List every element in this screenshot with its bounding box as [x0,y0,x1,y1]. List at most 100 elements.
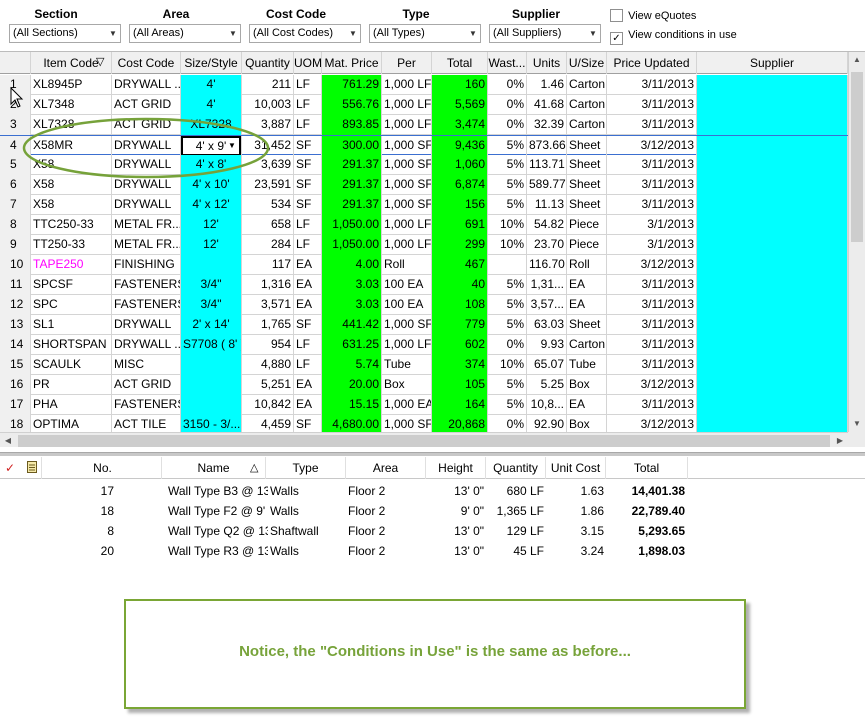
cell-updated[interactable]: 3/11/2013 [607,315,697,335]
cell-uom[interactable]: SF [294,136,322,156]
cell-qty[interactable]: 658 [242,215,294,235]
cell-qty[interactable]: 23,591 [242,175,294,195]
condition-row[interactable]: 18 Wall Type F2 @ 9' Walls Floor 2 9' 0" 1,36… [0,501,865,521]
table-row[interactable]: 3 XL7328 ACT GRID XL7328 3,887 LF 893.85 1,000 … [0,115,848,135]
cell-size[interactable]: 4' [181,95,242,115]
column-header-per[interactable]: Per [382,52,432,74]
conditions-column-area[interactable]: Area [346,457,426,479]
cell-item[interactable]: PR [31,375,112,395]
table-row[interactable]: 7 X58 DRYWALL 4' x 12' 534 SF 291.37 1,000 SF 15… [0,195,848,215]
cell-usize[interactable]: Tube [567,355,607,375]
cell-supplier[interactable] [697,115,848,135]
cell-qty[interactable]: 954 [242,335,294,355]
cell-units[interactable]: 116.70 [527,255,567,275]
cell-size[interactable]: 3/4" [181,275,242,295]
cell-total[interactable]: 299 [432,235,488,255]
cell-units[interactable]: 41.68 [527,95,567,115]
conditions-column-unit_cost[interactable]: Unit Cost [546,457,606,479]
cell-usize[interactable]: Carton [567,95,607,115]
cell-supplier[interactable] [697,95,848,115]
cell-item[interactable]: TT250-33 [31,235,112,255]
cell-price[interactable]: 1,050.00 [322,215,382,235]
cell-per[interactable]: 1,000 SF [382,175,432,195]
cell-total[interactable]: 160 [432,75,488,95]
cell-total[interactable]: 5,569 [432,95,488,115]
cell-waste[interactable]: 10% [488,235,527,255]
cell-updated[interactable]: 3/11/2013 [607,75,697,95]
scroll-down-icon[interactable]: ▼ [849,416,865,432]
cell-item[interactable]: TTC250-33 [31,215,112,235]
cell-per[interactable]: 1,000 EA [382,395,432,415]
cell-uom[interactable]: LF [294,115,322,135]
cell-per[interactable]: 1,000 SF [382,155,432,175]
cell-total[interactable]: 3,474 [432,115,488,135]
cell-supplier[interactable] [697,395,848,415]
cell-updated[interactable]: 3/11/2013 [607,335,697,355]
cell-price[interactable]: 556.76 [322,95,382,115]
table-row[interactable]: 15 SCAULK MISC 4,880 LF 5.74 Tube 374 10% 65.07 Tu… [0,355,848,375]
cell-size[interactable]: 4' x 8' [181,155,242,175]
cell-uom[interactable]: EA [294,395,322,415]
column-header-uom[interactable]: UOM [294,52,322,74]
cell-uom[interactable]: LF [294,335,322,355]
cell-size[interactable]: 3/4" [181,295,242,315]
cell-supplier[interactable] [697,295,848,315]
cell-per[interactable]: Roll [382,255,432,275]
cell-usize[interactable]: Box [567,375,607,395]
cell-updated[interactable]: 3/12/2013 [607,255,697,275]
cell-waste[interactable]: 5% [488,175,527,195]
cell-waste[interactable]: 5% [488,315,527,335]
cell-units[interactable]: 1.46 [527,75,567,95]
cell-usize[interactable]: Piece [567,235,607,255]
cell-total[interactable]: 9,436 [432,136,488,156]
cell-price[interactable]: 4.00 [322,255,382,275]
panel-splitter[interactable] [0,452,865,456]
cell-units[interactable]: 23.70 [527,235,567,255]
area-select[interactable]: (All Areas) ▼ [129,24,241,43]
cell-waste[interactable] [488,255,527,275]
cell-supplier[interactable] [697,315,848,335]
cell-updated[interactable]: 3/11/2013 [607,155,697,175]
cell-price[interactable]: 291.37 [322,155,382,175]
cell-waste[interactable]: 10% [488,215,527,235]
cell-total[interactable]: 105 [432,375,488,395]
cell-qty[interactable]: 534 [242,195,294,215]
cell-item[interactable]: PHA [31,395,112,415]
cell-total[interactable]: 602 [432,335,488,355]
cell-per[interactable]: 100 EA [382,295,432,315]
cell-price[interactable]: 631.25 [322,335,382,355]
conditions-column-qty[interactable]: Quantity [486,457,546,479]
cell-usize[interactable]: Roll [567,255,607,275]
cell-waste[interactable]: 5% [488,395,527,415]
cell-supplier[interactable] [697,375,848,395]
cell-waste[interactable]: 5% [488,275,527,295]
section-select[interactable]: (All Sections) ▼ [9,24,121,43]
cost-code-select[interactable]: (All Cost Codes) ▼ [249,24,361,43]
cell-qty[interactable]: 4,880 [242,355,294,375]
cell-uom[interactable]: EA [294,275,322,295]
cell-cost[interactable]: DRYWALL [112,175,181,195]
cell-qty[interactable]: 10,003 [242,95,294,115]
cell-supplier[interactable] [697,275,848,295]
cell-supplier[interactable] [697,355,848,375]
cell-size[interactable]: XL7328 [181,115,242,135]
cell-cost[interactable]: ACT GRID [112,95,181,115]
cell-qty[interactable]: 3,887 [242,115,294,135]
cell-total[interactable]: 467 [432,255,488,275]
cell-item[interactable]: SHORTSPAN [31,335,112,355]
cell-size[interactable]: 4' x 10' [181,175,242,195]
cell-price[interactable]: 291.37 [322,195,382,215]
condition-row[interactable]: 17 Wall Type B3 @ 13' Walls Floor 2 13' 0" 68… [0,481,865,501]
table-row[interactable]: 6 X58 DRYWALL 4' x 10' 23,591 SF 291.37 1,000 S… [0,175,848,195]
cell-qty[interactable]: 284 [242,235,294,255]
cell-units[interactable]: 9.93 [527,335,567,355]
table-row[interactable]: 5 X58 DRYWALL 4' x 8' 3,639 SF 291.37 1,000 SF 1… [0,155,848,175]
conditions-column-no[interactable]: No. [44,457,162,479]
cell-per[interactable]: 1,000 LF [382,95,432,115]
cell-size[interactable]: 4' x 12' [181,195,242,215]
cell-qty[interactable]: 10,842 [242,395,294,415]
cell-units[interactable]: 32.39 [527,115,567,135]
cell-price[interactable]: 5.74 [322,355,382,375]
cell-per[interactable]: 1,000 SF [382,136,432,156]
cell-cost[interactable]: DRYWALL [112,315,181,335]
